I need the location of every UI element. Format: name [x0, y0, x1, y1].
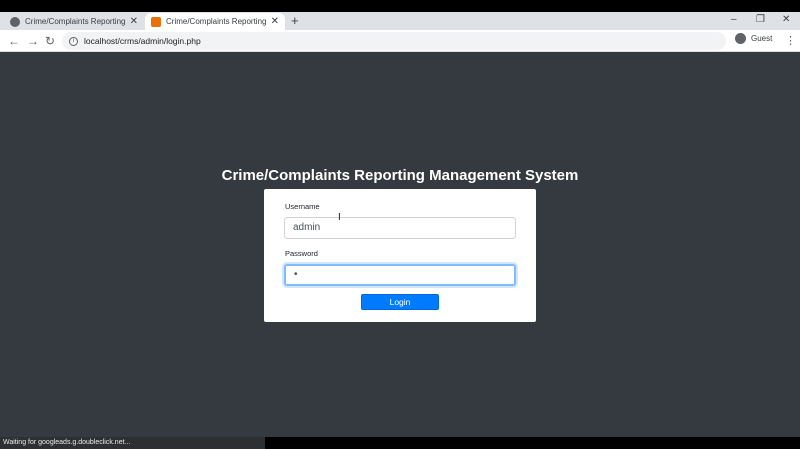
profile-label: Guest — [751, 34, 773, 43]
status-bubble: Waiting for googleads.g.doubleclick.net.… — [0, 437, 265, 449]
page-title: Crime/Complaints Reporting Management Sy… — [221, 167, 579, 184]
browser-tab-1[interactable]: Crime/Complaints Reporting Ma ✕ — [4, 13, 144, 30]
minimize-icon[interactable]: – — [731, 12, 737, 28]
profile-avatar-icon — [735, 33, 746, 44]
info-icon[interactable]: i — [69, 36, 78, 46]
globe-icon — [10, 16, 20, 27]
username-label: Username — [285, 202, 320, 211]
new-tab-button[interactable]: + — [291, 12, 299, 29]
tab-close-icon[interactable]: ✕ — [130, 16, 138, 27]
site-favicon-icon — [151, 16, 161, 27]
reload-icon[interactable]: ↻ — [45, 32, 55, 50]
username-input[interactable]: admin — [284, 217, 516, 239]
profile-button[interactable]: Guest — [735, 33, 772, 44]
text-cursor-icon: I — [338, 212, 341, 223]
tab-title: Crime/Complaints Reporting Ma — [25, 17, 126, 26]
page-content: Crime/Complaints Reporting Management Sy… — [0, 52, 800, 437]
menu-icon[interactable]: ⋮ — [785, 32, 796, 50]
back-icon[interactable]: ← — [8, 32, 20, 50]
address-bar[interactable]: i localhost/crms/admin/login.php — [62, 32, 726, 50]
login-button[interactable]: Login — [361, 294, 439, 310]
tab-strip: Crime/Complaints Reporting Ma ✕ Crime/Co… — [0, 12, 800, 30]
restore-icon[interactable]: ❐ — [756, 12, 765, 28]
url-text: localhost/crms/admin/login.php — [84, 36, 201, 46]
letterbox-top — [0, 0, 800, 12]
window-close-icon[interactable]: ✕ — [782, 12, 790, 28]
forward-icon[interactable]: → — [27, 32, 39, 50]
password-label: Password — [285, 249, 318, 258]
password-input[interactable]: • — [284, 264, 516, 286]
browser-toolbar: ← → ↻ i localhost/crms/admin/login.php G… — [0, 30, 800, 52]
tab-title: Crime/Complaints Reporting Ma — [166, 17, 267, 26]
browser-tab-2[interactable]: Crime/Complaints Reporting Ma ✕ — [145, 13, 285, 30]
tab-close-icon[interactable]: ✕ — [271, 16, 279, 27]
login-card: Username admin Password • Login — [264, 189, 536, 322]
